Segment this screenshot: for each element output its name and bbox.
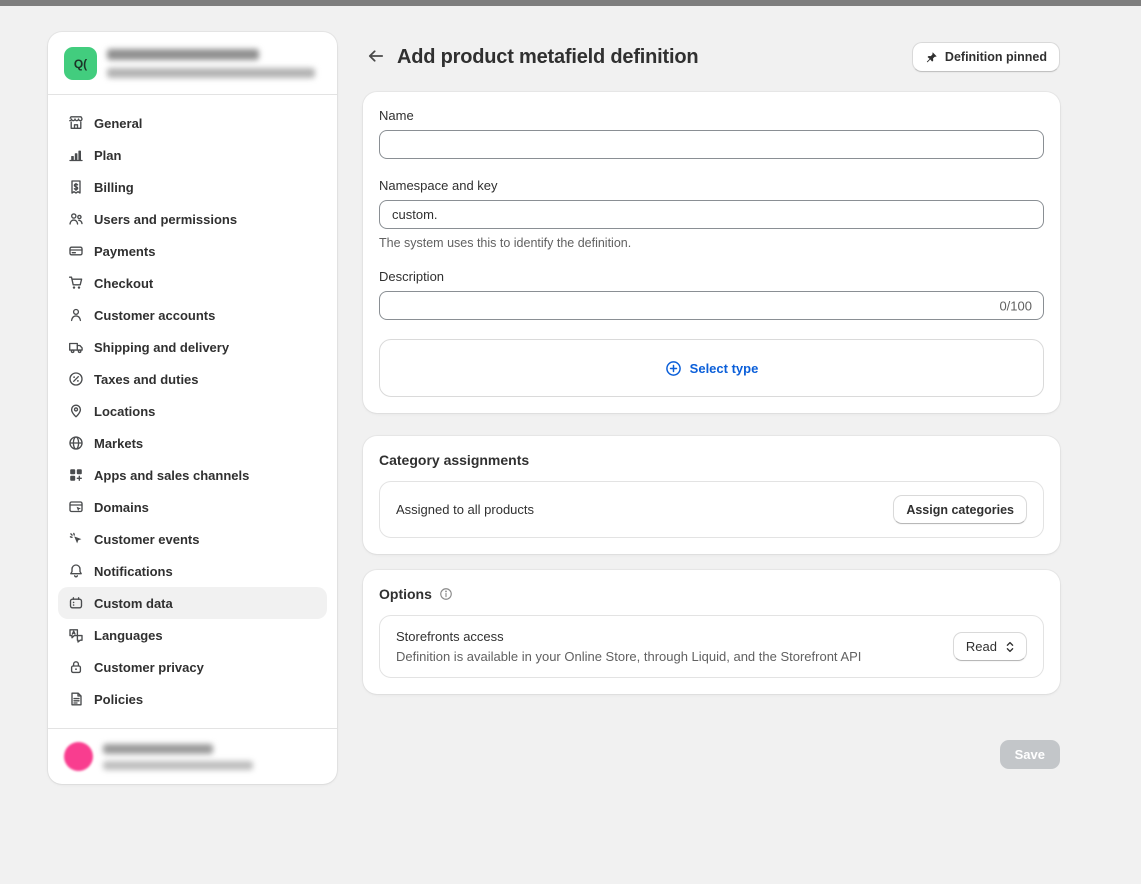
cursor-click-icon bbox=[68, 531, 84, 547]
info-icon[interactable] bbox=[439, 587, 453, 601]
location-pin-icon bbox=[68, 403, 84, 419]
sidebar-item-taxes-and-duties[interactable]: Taxes and duties bbox=[58, 363, 327, 395]
sidebar-item-users-and-permissions[interactable]: Users and permissions bbox=[58, 203, 327, 235]
sidebar-item-checkout[interactable]: Checkout bbox=[58, 267, 327, 299]
document-icon bbox=[68, 691, 84, 707]
description-input[interactable] bbox=[379, 291, 1044, 320]
user-email-redacted bbox=[103, 761, 253, 770]
definition-pinned-button[interactable]: Definition pinned bbox=[912, 42, 1060, 72]
percent-icon bbox=[68, 371, 84, 387]
sidebar-item-locations[interactable]: Locations bbox=[58, 395, 327, 427]
lock-icon bbox=[68, 659, 84, 675]
user-info bbox=[103, 744, 253, 770]
sidebar-item-markets[interactable]: Markets bbox=[58, 427, 327, 459]
sidebar-item-customer-accounts[interactable]: Customer accounts bbox=[58, 299, 327, 331]
person-icon bbox=[68, 307, 84, 323]
plan-chart-icon bbox=[68, 147, 84, 163]
back-button[interactable] bbox=[363, 44, 389, 70]
users-icon bbox=[68, 211, 84, 227]
assign-categories-button[interactable]: Assign categories bbox=[893, 495, 1027, 524]
category-status-text: Assigned to all products bbox=[396, 502, 534, 517]
sidebar-item-plan[interactable]: Plan bbox=[58, 139, 327, 171]
storefronts-access-row: Storefronts access Definition is availab… bbox=[379, 615, 1044, 678]
store-url-redacted bbox=[107, 68, 315, 78]
sidebar-item-apps-and-sales-channels[interactable]: Apps and sales channels bbox=[58, 459, 327, 491]
metafields-icon bbox=[68, 595, 84, 611]
sidebar-item-payments[interactable]: Payments bbox=[58, 235, 327, 267]
page-header: Add product metafield definition Definit… bbox=[363, 42, 1060, 72]
namespace-label: Namespace and key bbox=[379, 178, 1044, 193]
store-icon bbox=[68, 115, 84, 131]
browser-window-icon bbox=[68, 499, 84, 515]
options-heading: Options bbox=[379, 586, 1044, 602]
plus-circle-icon bbox=[665, 360, 682, 377]
sidebar-item-languages[interactable]: Languages bbox=[58, 619, 327, 651]
apps-grid-icon bbox=[68, 467, 84, 483]
bell-icon bbox=[68, 563, 84, 579]
sidebar-item-general[interactable]: General bbox=[58, 107, 327, 139]
description-label: Description bbox=[379, 269, 1044, 284]
truck-icon bbox=[68, 339, 84, 355]
category-assignments-card: Category assignments Assigned to all pro… bbox=[363, 436, 1060, 554]
store-avatar: Q( bbox=[64, 47, 97, 80]
save-button[interactable]: Save bbox=[1000, 740, 1060, 769]
globe-icon bbox=[68, 435, 84, 451]
storefronts-access-title: Storefronts access bbox=[396, 629, 937, 644]
sidebar-item-customer-privacy[interactable]: Customer privacy bbox=[58, 651, 327, 683]
translate-icon bbox=[68, 627, 84, 643]
sidebar-item-domains[interactable]: Domains bbox=[58, 491, 327, 523]
store-name-redacted bbox=[107, 49, 259, 60]
sidebar-item-customer-events[interactable]: Customer events bbox=[58, 523, 327, 555]
options-card: Options Storefronts access Definition is… bbox=[363, 570, 1060, 694]
category-assignments-heading: Category assignments bbox=[379, 452, 1044, 468]
sidebar-item-custom-data[interactable]: Custom data bbox=[58, 587, 327, 619]
top-window-strip bbox=[0, 0, 1141, 6]
settings-sidebar: Q( General Plan Billing Users and permis… bbox=[48, 32, 337, 784]
page-title: Add product metafield definition bbox=[397, 46, 698, 69]
sidebar-item-notifications[interactable]: Notifications bbox=[58, 555, 327, 587]
definition-form-card: Name Namespace and key The system uses t… bbox=[363, 92, 1060, 413]
store-switcher[interactable]: Q( bbox=[48, 32, 337, 95]
page-actions: Save bbox=[363, 740, 1060, 769]
billing-receipt-icon bbox=[68, 179, 84, 195]
namespace-input[interactable] bbox=[379, 200, 1044, 229]
user-avatar bbox=[64, 742, 93, 771]
updown-caret-icon bbox=[1004, 640, 1016, 654]
sidebar-item-billing[interactable]: Billing bbox=[58, 171, 327, 203]
back-arrow-icon bbox=[367, 47, 385, 68]
category-assignment-row: Assigned to all products Assign categori… bbox=[379, 481, 1044, 538]
user-account-menu[interactable] bbox=[48, 728, 337, 784]
storefronts-access-info: Storefronts access Definition is availab… bbox=[396, 629, 937, 664]
namespace-help-text: The system uses this to identify the def… bbox=[379, 236, 1044, 250]
settings-nav: General Plan Billing Users and permissio… bbox=[48, 95, 337, 728]
pin-icon bbox=[925, 51, 938, 64]
name-input[interactable] bbox=[379, 130, 1044, 159]
cart-icon bbox=[68, 275, 84, 291]
storefronts-access-description: Definition is available in your Online S… bbox=[396, 649, 937, 664]
select-type-button[interactable]: Select type bbox=[379, 339, 1044, 397]
sidebar-item-shipping-and-delivery[interactable]: Shipping and delivery bbox=[58, 331, 327, 363]
sidebar-item-policies[interactable]: Policies bbox=[58, 683, 327, 715]
store-info bbox=[107, 49, 315, 78]
storefronts-access-select[interactable]: Read bbox=[953, 632, 1027, 661]
payments-card-icon bbox=[68, 243, 84, 259]
name-label: Name bbox=[379, 108, 1044, 123]
user-name-redacted bbox=[103, 744, 213, 754]
